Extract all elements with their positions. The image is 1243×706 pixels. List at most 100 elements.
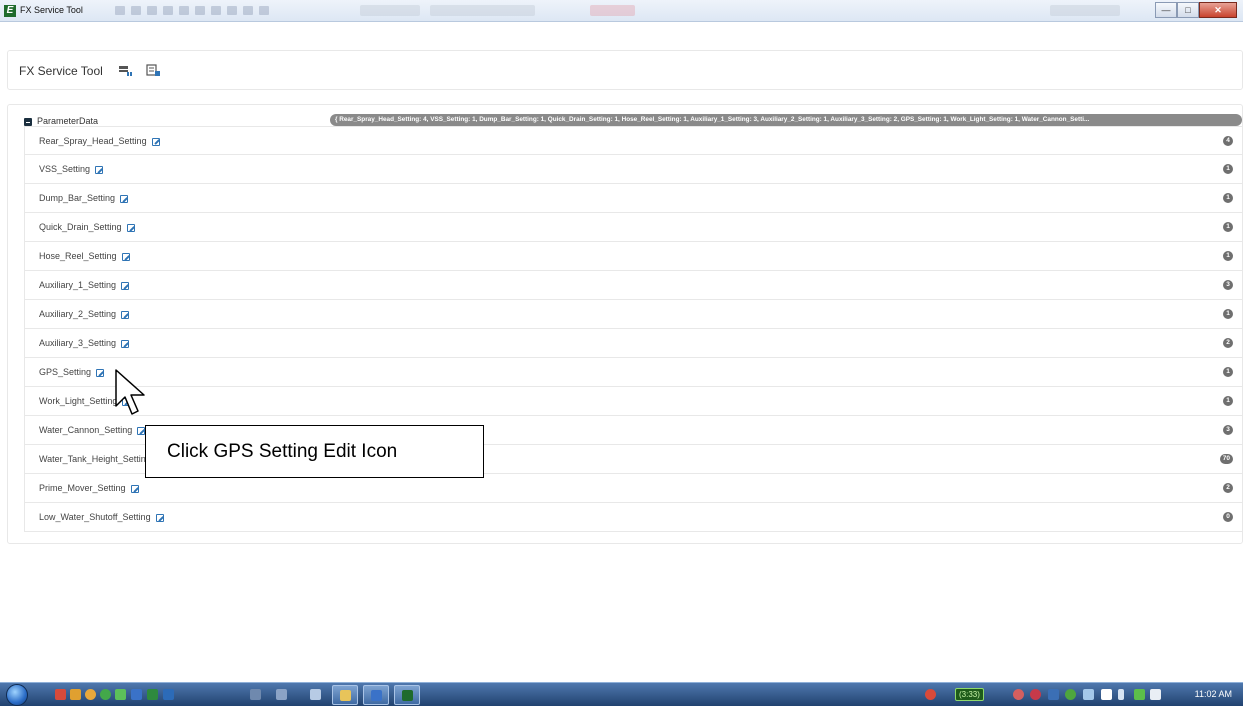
tray-icon[interactable]: [1013, 689, 1024, 700]
count-badge: 1: [1223, 222, 1233, 232]
battery-status[interactable]: (3:33): [955, 688, 984, 701]
taskbar-word-button[interactable]: [363, 685, 389, 705]
count-badge: 1: [1223, 367, 1233, 377]
parameter-label: Prime_Mover_Setting: [39, 483, 126, 493]
close-button[interactable]: ✕: [1199, 2, 1237, 18]
parameter-row[interactable]: Dump_Bar_Setting 1: [24, 184, 1243, 213]
parameter-tree: ParameterData { Rear_Spray_Head_Setting:…: [7, 104, 1243, 544]
parameter-label: Water_Tank_Height_Setting: [39, 454, 151, 464]
count-badge: 3: [1223, 280, 1233, 290]
tray-icon[interactable]: [1065, 689, 1076, 700]
quicklaunch-app-icon[interactable]: [276, 689, 287, 700]
start-button-icon[interactable]: [6, 684, 28, 706]
quicklaunch-app-icon[interactable]: [310, 689, 321, 700]
save-settings-icon[interactable]: [118, 63, 132, 77]
parameter-label: VSS_Setting: [39, 164, 91, 174]
parameter-row[interactable]: Auxiliary_3_Setting 2: [24, 329, 1243, 358]
parameter-label: Quick_Drain_Setting: [39, 222, 122, 232]
parameter-label: Rear_Spray_Head_Setting: [39, 135, 147, 146]
count-badge: 2: [1223, 338, 1233, 348]
parameter-label: Low_Water_Shutoff_Setting: [39, 512, 151, 522]
security-tray-icon[interactable]: [925, 689, 936, 700]
parameter-row[interactable]: Auxiliary_2_Setting 1: [24, 300, 1243, 329]
count-badge: 3: [1223, 425, 1233, 435]
parameter-row[interactable]: GPS_Setting 1: [24, 358, 1243, 387]
summary-badge: { Rear_Spray_Head_Setting: 4, VSS_Settin…: [330, 114, 1242, 126]
battery-icon[interactable]: [1118, 689, 1124, 700]
window-controls: — □ ✕: [1155, 2, 1237, 18]
window-title-bar: E FX Service Tool — □ ✕: [0, 0, 1243, 22]
parameter-row[interactable]: Work_Light_Setting 1: [24, 387, 1243, 416]
count-badge: 1: [1223, 309, 1233, 319]
media-icon[interactable]: [100, 689, 111, 700]
parameter-label: Auxiliary_2_Setting: [39, 309, 117, 319]
outlook-icon[interactable]: [163, 689, 174, 700]
chrome-icon[interactable]: [85, 689, 96, 700]
background-ribbon-ghost: [430, 5, 535, 16]
tray-icon[interactable]: [1030, 689, 1041, 700]
quicklaunch-app-icon[interactable]: [55, 689, 66, 700]
count-badge: 1: [1223, 396, 1233, 406]
edit-icon[interactable]: [121, 340, 130, 348]
app-header: FX Service Tool: [7, 50, 1243, 90]
mouse-pointer-icon: [115, 369, 145, 415]
system-clock[interactable]: 11:02 AM: [1195, 689, 1232, 699]
edit-icon[interactable]: [121, 282, 130, 290]
maximize-button[interactable]: □: [1177, 2, 1199, 18]
windows-taskbar: (3:33) 11:02 AM: [0, 682, 1243, 706]
count-badge: 0: [1223, 512, 1233, 522]
collapse-icon[interactable]: [24, 118, 32, 126]
edit-icon[interactable]: [120, 195, 129, 203]
count-badge: 1: [1223, 164, 1233, 174]
parameter-row[interactable]: VSS_Setting 1: [24, 155, 1243, 184]
parameter-label: Auxiliary_1_Setting: [39, 280, 117, 290]
parameter-label: Work_Light_Setting: [39, 396, 118, 406]
window-title: FX Service Tool: [20, 5, 83, 15]
edit-icon[interactable]: [121, 253, 130, 261]
count-badge: 4: [1223, 136, 1233, 146]
parameter-label: GPS_Setting: [39, 367, 92, 377]
quicklaunch-app-icon[interactable]: [115, 689, 126, 700]
fx-app-icon: E: [4, 5, 16, 17]
parameter-row[interactable]: Rear_Spray_Head_Setting 4: [24, 126, 1243, 155]
tree-root-label[interactable]: ParameterData: [37, 116, 98, 126]
parameter-row[interactable]: Auxiliary_1_Setting 3: [24, 271, 1243, 300]
quicklaunch-app-icon[interactable]: [250, 689, 261, 700]
minimize-button[interactable]: —: [1155, 2, 1177, 18]
tutorial-callout: Click GPS Setting Edit Icon: [145, 425, 484, 478]
background-ribbon-ghost: [1050, 5, 1120, 16]
edit-icon[interactable]: [96, 369, 105, 377]
parameter-label: Auxiliary_3_Setting: [39, 338, 117, 348]
edit-icon[interactable]: [95, 166, 104, 174]
edit-icon[interactable]: [151, 137, 160, 146]
background-ribbon-ghost: [590, 5, 635, 16]
parameter-row[interactable]: Low_Water_Shutoff_Setting 0: [24, 503, 1243, 532]
quicklaunch-app-icon[interactable]: [70, 689, 81, 700]
edit-icon[interactable]: [130, 485, 139, 493]
app-brand[interactable]: FX Service Tool: [19, 64, 103, 78]
taskbar-fx-tool-button[interactable]: [394, 685, 420, 705]
parameter-label: Dump_Bar_Setting: [39, 193, 116, 203]
count-badge: 1: [1223, 193, 1233, 203]
excel-icon[interactable]: [147, 689, 158, 700]
parameter-row[interactable]: Prime_Mover_Setting 2: [24, 474, 1243, 503]
flag-icon[interactable]: [1101, 689, 1112, 700]
count-badge: 70: [1219, 454, 1233, 464]
background-ribbon-ghost: [360, 5, 420, 16]
tray-icon[interactable]: [1134, 689, 1145, 700]
taskbar-explorer-button[interactable]: [332, 685, 358, 705]
count-badge: 1: [1223, 251, 1233, 261]
word-icon[interactable]: [131, 689, 142, 700]
parameter-row[interactable]: Hose_Reel_Setting 1: [24, 242, 1243, 271]
background-quick-access-toolbar: [115, 6, 269, 16]
edit-icon[interactable]: [121, 311, 130, 319]
count-badge: 2: [1223, 483, 1233, 493]
tray-icon[interactable]: [1048, 689, 1059, 700]
parameter-label: Hose_Reel_Setting: [39, 251, 117, 261]
edit-icon[interactable]: [155, 514, 164, 522]
tray-icon[interactable]: [1083, 689, 1094, 700]
parameter-row[interactable]: Quick_Drain_Setting 1: [24, 213, 1243, 242]
edit-icon[interactable]: [126, 224, 135, 232]
volume-icon[interactable]: [1150, 689, 1161, 700]
read-settings-icon[interactable]: [146, 63, 160, 77]
